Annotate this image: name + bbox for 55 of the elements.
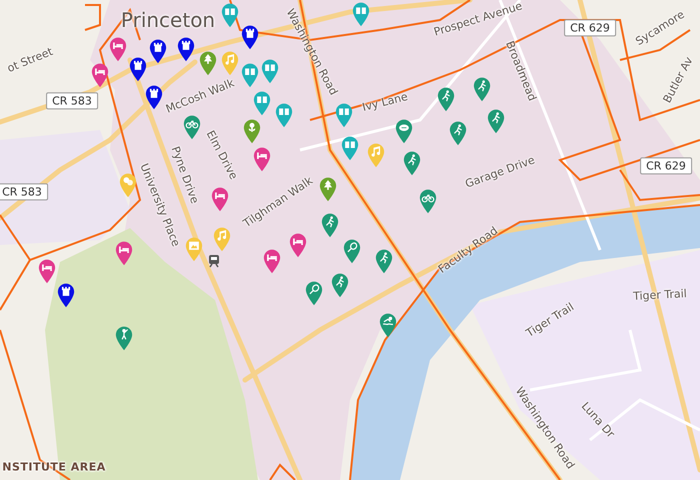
runner-marker-icon[interactable] (374, 248, 394, 274)
bed-marker-icon[interactable] (108, 36, 128, 62)
book-marker-icon[interactable] (240, 62, 260, 88)
street-label: Ivy Lane (361, 91, 409, 113)
runner-marker-icon[interactable] (486, 108, 506, 134)
tree-marker-icon[interactable] (198, 50, 218, 76)
bed-marker-icon[interactable] (114, 240, 134, 266)
gallery-marker-icon[interactable] (184, 236, 204, 262)
road-shield: CR 583 (46, 92, 98, 110)
music-marker-icon[interactable] (220, 50, 240, 76)
castle-marker-icon[interactable] (128, 56, 148, 82)
runner-marker-icon[interactable] (472, 76, 492, 102)
runner-marker-icon[interactable] (402, 150, 422, 176)
street-label: Elm Drive (204, 128, 240, 182)
runner-marker-icon[interactable] (320, 212, 340, 238)
book-marker-icon[interactable] (260, 58, 280, 84)
golf-marker-icon[interactable] (114, 325, 134, 351)
street-label: Pyne Drive (170, 145, 200, 205)
bike-marker-icon[interactable] (182, 114, 202, 140)
music-marker-icon[interactable] (212, 226, 232, 252)
castle-marker-icon[interactable] (176, 36, 196, 62)
castle-marker-icon[interactable] (144, 84, 164, 110)
train-icon (207, 254, 221, 268)
tree-marker-icon[interactable] (318, 176, 338, 202)
road-shield: CR 629 (564, 19, 616, 37)
bike-marker-icon[interactable] (418, 188, 438, 214)
tennis-marker-icon[interactable] (304, 280, 324, 306)
runner-marker-icon[interactable] (330, 272, 350, 298)
bed-marker-icon[interactable] (262, 248, 282, 274)
book-marker-icon[interactable] (274, 102, 294, 128)
bed-marker-icon[interactable] (90, 62, 110, 88)
road-shield: CR 629 (640, 157, 692, 175)
runner-marker-icon[interactable] (436, 86, 456, 112)
book-marker-icon[interactable] (252, 90, 272, 116)
street-label: Tiger Trail (632, 288, 688, 302)
road-shield: CR 583 (0, 183, 48, 201)
tennis-marker-icon[interactable] (342, 238, 362, 264)
bed-marker-icon[interactable] (288, 232, 308, 258)
book-marker-icon[interactable] (340, 135, 360, 161)
bed-marker-icon[interactable] (210, 186, 230, 212)
bed-marker-icon[interactable] (37, 258, 57, 284)
runner-marker-icon[interactable] (448, 120, 468, 146)
bed-marker-icon[interactable] (252, 146, 272, 172)
music-marker-icon[interactable] (366, 142, 386, 168)
flower-marker-icon[interactable] (242, 118, 262, 144)
swim-marker-icon[interactable] (378, 312, 398, 338)
castle-marker-icon[interactable] (240, 24, 260, 50)
castle-marker-icon[interactable] (148, 38, 168, 64)
ball-marker-icon[interactable] (394, 118, 414, 144)
book-marker-icon[interactable] (334, 102, 354, 128)
book-marker-icon[interactable] (220, 2, 240, 28)
book-marker-icon[interactable] (351, 1, 371, 27)
street-label: Garage Drive (464, 154, 536, 190)
street-label: ot Street (6, 46, 54, 74)
castle-marker-icon[interactable] (56, 282, 76, 308)
